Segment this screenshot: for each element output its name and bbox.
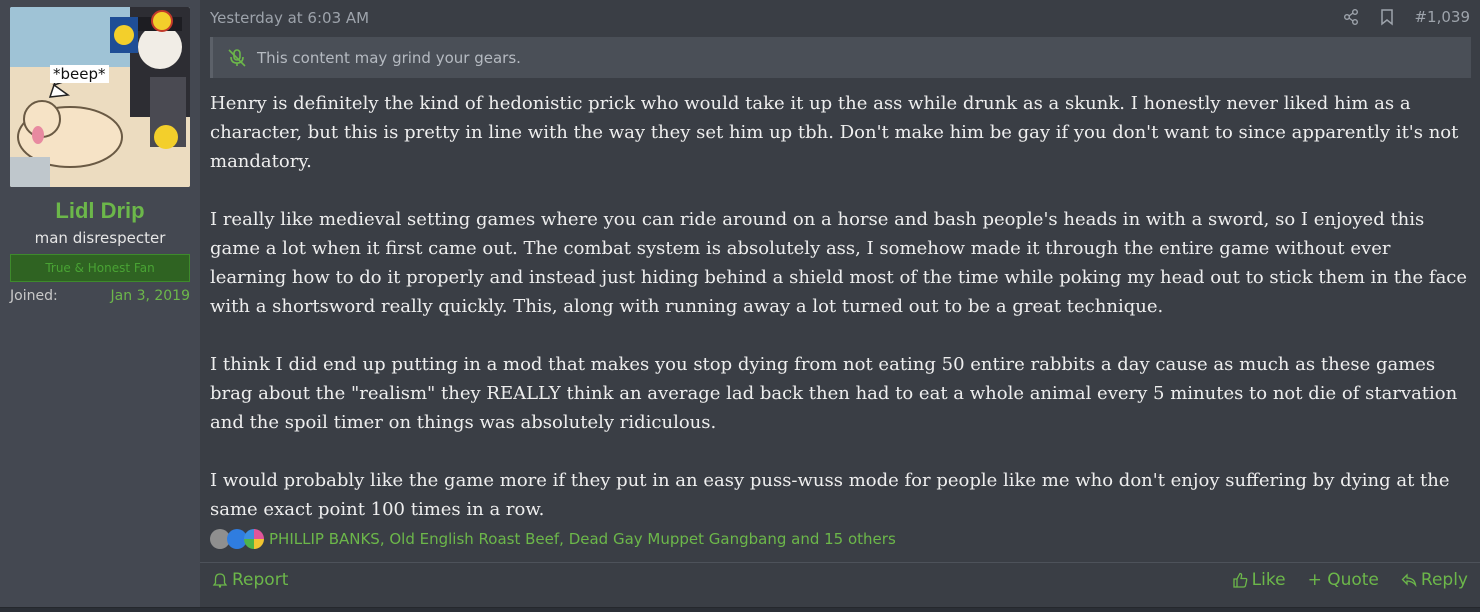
avatar-caption: *beep* (50, 65, 109, 83)
report-label: Report (232, 570, 289, 590)
joined-label: Joined: (10, 288, 58, 304)
post-header-actions: #1,039 (1342, 8, 1470, 26)
thumbs-up-icon (1233, 572, 1248, 588)
post-actions: Like + Quote Reply (1232, 570, 1468, 590)
username[interactable]: Lidl Drip (0, 198, 200, 224)
reply-label: Reply (1420, 570, 1468, 590)
quote-button[interactable]: + Quote (1308, 570, 1379, 590)
spoiler-text: This content may grind your gears. (257, 48, 521, 67)
forum-post: *beep* Lidl Drip man disrespecter True &… (0, 0, 1480, 608)
post-number[interactable]: #1,039 (1414, 8, 1470, 26)
content-warning-spoiler[interactable]: This content may grind your gears. (210, 37, 1471, 78)
muted-mic-icon (228, 48, 246, 67)
reactions-bar: PHILLIP BANKS, Old English Roast Beef, D… (210, 529, 896, 549)
footer-divider (200, 562, 1480, 563)
reactions-list[interactable]: PHILLIP BANKS, Old English Roast Beef, D… (269, 530, 896, 548)
quote-label: + Quote (1307, 570, 1379, 590)
post-date[interactable]: Yesterday at 6:03 AM (210, 9, 369, 27)
like-button[interactable]: Like (1232, 570, 1286, 590)
reply-arrow-icon (1401, 573, 1417, 588)
avatar-illustration (10, 7, 190, 187)
post-paragraph: Henry is definitely the kind of hedonist… (210, 93, 1459, 172)
reaction-icons[interactable] (210, 529, 264, 549)
joined-date: Jan 3, 2019 (110, 288, 190, 304)
reaction-flower-icon (244, 529, 264, 549)
post-main: Yesterday at 6:03 AM #1,039 This content… (200, 0, 1480, 607)
post-paragraph: I think I did end up putting in a mod th… (210, 354, 1458, 433)
like-label: Like (1251, 570, 1286, 590)
post-paragraph: I really like medieval setting games whe… (210, 209, 1468, 317)
report-bell-icon (212, 573, 228, 588)
report-button[interactable]: Report (212, 570, 288, 590)
user-banner: True & Honest Fan (10, 254, 190, 282)
bookmark-icon[interactable] (1378, 8, 1396, 26)
user-avatar[interactable]: *beep* (10, 7, 190, 187)
reply-button[interactable]: Reply (1401, 570, 1468, 590)
share-icon[interactable] (1342, 8, 1360, 26)
user-info-column: *beep* Lidl Drip man disrespecter True &… (0, 0, 200, 607)
post-body: Henry is definitely the kind of hedonist… (210, 89, 1472, 553)
post-paragraph: I would probably like the game more if t… (210, 470, 1450, 520)
user-title: man disrespecter (34, 229, 166, 247)
